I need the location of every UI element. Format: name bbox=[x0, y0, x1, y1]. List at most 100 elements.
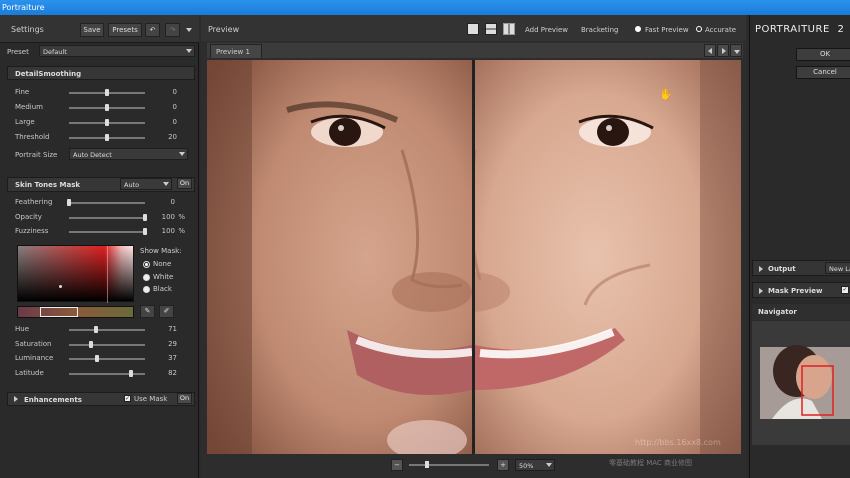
radio-button[interactable] bbox=[143, 273, 150, 281]
slider-value[interactable]: 20 bbox=[157, 133, 177, 141]
slider-value[interactable]: 0 bbox=[155, 198, 175, 206]
fast-preview-radio[interactable] bbox=[635, 26, 641, 32]
slider-row: Luminance 37 bbox=[0, 354, 199, 366]
mask-preview-checkbox[interactable]: ✓ bbox=[841, 286, 849, 294]
preset-value: Default bbox=[43, 48, 67, 56]
output-section[interactable]: Output New La bbox=[752, 260, 850, 276]
navigator-panel[interactable] bbox=[752, 321, 850, 445]
slider-row: Medium 0 bbox=[0, 103, 199, 115]
radio-label: None bbox=[153, 260, 172, 268]
slider-thumb[interactable] bbox=[67, 199, 71, 206]
tab-next-button[interactable] bbox=[717, 44, 729, 57]
slider-value[interactable]: 0 bbox=[157, 118, 177, 126]
single-view-button[interactable] bbox=[467, 23, 479, 35]
face-photo-original bbox=[207, 60, 472, 454]
enhancements-on-button[interactable]: On bbox=[177, 393, 192, 404]
slider-track[interactable] bbox=[69, 134, 145, 141]
expand-arrow-icon bbox=[14, 396, 18, 402]
tab-prev-button[interactable] bbox=[704, 44, 716, 57]
radio-button[interactable] bbox=[143, 286, 150, 293]
slider-thumb[interactable] bbox=[129, 369, 134, 377]
zoom-out-button[interactable]: − bbox=[391, 459, 403, 471]
slider-track[interactable] bbox=[69, 213, 147, 221]
slider-row: Latitude 82 bbox=[0, 369, 199, 381]
zoom-slider[interactable] bbox=[409, 461, 489, 468]
settings-menu-arrow-icon[interactable] bbox=[186, 28, 192, 32]
slider-value[interactable]: 37 bbox=[157, 354, 177, 362]
hand-cursor-icon: ✋ bbox=[659, 88, 673, 101]
hue-range-box[interactable] bbox=[40, 307, 78, 317]
redo-icon: ↷ bbox=[169, 26, 176, 34]
accurate-radio[interactable] bbox=[696, 26, 702, 32]
split-horizontal-button[interactable] bbox=[485, 23, 497, 35]
preset-dropdown[interactable]: Default bbox=[39, 45, 195, 57]
slider-thumb[interactable] bbox=[105, 134, 109, 141]
slider-track[interactable] bbox=[69, 89, 145, 96]
enhancements-title: Enhancements bbox=[24, 396, 82, 404]
after-image[interactable]: http://bbs.16xx8.com ✋ bbox=[475, 60, 741, 454]
slider-track[interactable] bbox=[69, 104, 145, 111]
slider-value[interactable]: 82 bbox=[157, 369, 177, 377]
output-label: Output bbox=[768, 265, 796, 273]
bracketing-button[interactable]: Bracketing bbox=[581, 26, 619, 34]
accurate-label: Accurate bbox=[705, 26, 737, 34]
slider-value[interactable]: 0 bbox=[157, 88, 177, 96]
picker-marker[interactable] bbox=[59, 285, 62, 288]
skin-mode-dropdown[interactable]: Auto bbox=[120, 178, 172, 190]
slider-value[interactable]: 100 bbox=[155, 227, 175, 235]
add-preview-button[interactable]: Add Preview bbox=[525, 26, 568, 34]
slider-thumb[interactable] bbox=[93, 326, 98, 333]
portrait-size-label: Portrait Size bbox=[15, 151, 58, 159]
slider-row: Feathering 0 bbox=[0, 198, 199, 210]
eyedropper-button[interactable]: ✎ bbox=[140, 305, 155, 318]
zoom-slider-thumb[interactable] bbox=[425, 461, 429, 468]
slider-track[interactable] bbox=[69, 119, 145, 126]
undo-button[interactable]: ↶ bbox=[145, 23, 160, 37]
portrait-size-dropdown[interactable]: Auto Detect bbox=[69, 148, 188, 160]
mask-preview-label: Mask Preview bbox=[768, 287, 823, 295]
use-mask-checkbox[interactable]: ✓ bbox=[124, 395, 131, 402]
use-mask-label: Use Mask bbox=[134, 395, 168, 403]
save-button[interactable]: Save bbox=[80, 23, 104, 37]
slider-track[interactable] bbox=[69, 340, 145, 348]
slider-value[interactable]: 100 bbox=[155, 213, 175, 221]
chevron-down-icon bbox=[163, 182, 169, 186]
presets-button[interactable]: Presets bbox=[108, 23, 142, 37]
slider-value[interactable]: 0 bbox=[157, 103, 177, 111]
mask-preview-section[interactable]: Mask Preview ✓ bbox=[752, 282, 850, 298]
output-dropdown[interactable]: New La bbox=[825, 262, 850, 274]
slider-value[interactable]: 29 bbox=[157, 340, 177, 348]
skin-color-picker[interactable] bbox=[17, 245, 134, 303]
fast-preview-label: Fast Preview bbox=[645, 26, 689, 34]
slider-thumb[interactable] bbox=[89, 340, 94, 348]
zoom-in-button[interactable]: + bbox=[497, 459, 509, 471]
slider-track[interactable] bbox=[69, 228, 147, 235]
slider-thumb[interactable] bbox=[95, 355, 100, 362]
radio-button[interactable] bbox=[143, 261, 150, 268]
slider-value[interactable]: 71 bbox=[157, 325, 177, 333]
slider-thumb[interactable] bbox=[143, 228, 147, 235]
preview-viewport[interactable]: http://bbs.16xx8.com ✋ bbox=[207, 60, 741, 454]
ok-button[interactable]: OK bbox=[796, 48, 850, 61]
redo-button[interactable]: ↷ bbox=[165, 23, 180, 37]
preview-tab-1[interactable]: Preview 1 bbox=[210, 44, 262, 58]
navigator-thumbnail[interactable] bbox=[752, 321, 850, 445]
skin-mask-on-button[interactable]: On bbox=[177, 178, 192, 189]
slider-track[interactable] bbox=[69, 326, 145, 333]
tab-menu-button[interactable] bbox=[730, 44, 742, 57]
eyedropper-add-button[interactable]: ✐ bbox=[159, 305, 174, 318]
slider-track[interactable] bbox=[67, 199, 145, 206]
hue-strip[interactable] bbox=[17, 306, 134, 318]
slider-thumb[interactable] bbox=[105, 119, 109, 126]
slider-thumb[interactable] bbox=[105, 89, 109, 96]
detail-smoothing-header[interactable]: DetailSmoothing bbox=[7, 66, 195, 80]
split-vertical-button[interactable] bbox=[503, 23, 515, 35]
slider-track[interactable] bbox=[69, 369, 145, 377]
before-image[interactable] bbox=[207, 60, 472, 454]
slider-thumb[interactable] bbox=[105, 104, 109, 111]
preview-tab-bar: Preview 1 bbox=[207, 43, 743, 58]
zoom-dropdown[interactable]: 50% bbox=[515, 459, 555, 471]
cancel-button[interactable]: Cancel bbox=[796, 66, 850, 79]
slider-thumb[interactable] bbox=[143, 213, 147, 221]
slider-track[interactable] bbox=[69, 355, 145, 362]
